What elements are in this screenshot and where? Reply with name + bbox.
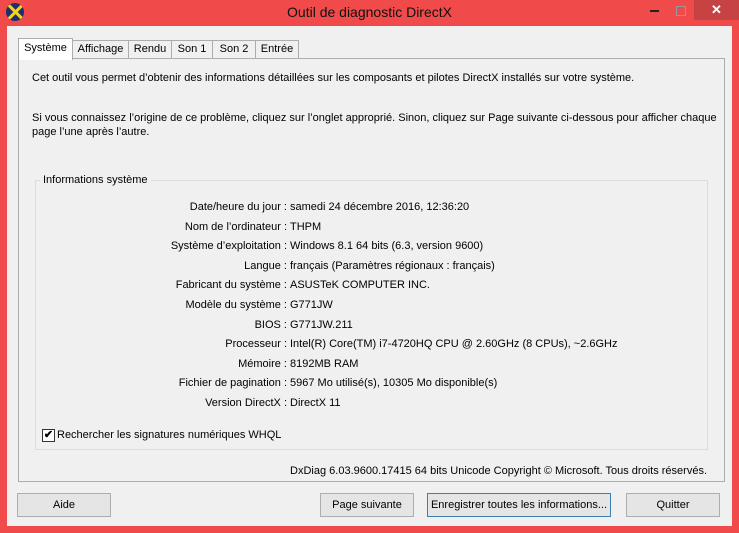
info-value: 8192MB RAM [290, 357, 359, 370]
maximize-button[interactable] [668, 0, 694, 20]
info-value: Windows 8.1 64 bits (6.3, version 9600) [290, 240, 484, 253]
intro-text-1: Cet outil vous permet d’obtenir des info… [32, 72, 635, 84]
info-row: Mémoire :8192MB RAM [36, 358, 707, 374]
info-label: Fabricant du système : [175, 279, 287, 292]
info-row: Nom de l’ordinateur : THPM [36, 221, 707, 237]
info-row: Fabricant du système : ASUSTeK COMPUTER I… [36, 279, 707, 295]
group-title: Informations système [40, 174, 151, 186]
tab-entree[interactable]: Entrée [255, 40, 299, 58]
info-value: DirectX 11 [290, 397, 341, 409]
info-row: BIOS : G771JW.211 [36, 319, 707, 335]
title-bar: Outil de diagnostic DirectX ✕ [0, 0, 739, 26]
system-info-group: Informations système Date/heure du jour … [35, 174, 708, 450]
info-label: BIOS : [254, 318, 287, 331]
info-value: samedi 24 décembre 2016, 12:36:20 [290, 201, 470, 213]
dialog-client-area: Système Affichage Rendu Son 1 Son 2 Entr… [7, 26, 732, 526]
quit-button[interactable]: Quitter [626, 493, 720, 517]
close-button[interactable]: ✕ [694, 0, 739, 20]
info-label: Système d’exploitation : [170, 240, 287, 253]
intro-text-2: Si vous connaissez l’origine de ce probl… [32, 112, 717, 138]
info-row: Version DirectX : DirectX 11 [36, 397, 707, 413]
info-row: Système d’exploitation : Windows 8.1 64 b… [36, 240, 707, 256]
info-label: Mémoire : [238, 357, 287, 370]
copyright-text: DxDiag 6.03.9600.17415 64 bits Unicode C… [290, 465, 707, 477]
tab-systeme[interactable]: Système [18, 38, 73, 60]
close-icon: ✕ [711, 2, 722, 17]
info-label: Date/heure du jour : [189, 201, 287, 213]
info-label: Processeur : [225, 338, 287, 351]
help-button[interactable]: Aide [17, 493, 111, 517]
next-page-button[interactable]: Page suivante [320, 493, 414, 517]
info-value: THPM [290, 220, 322, 233]
info-label: Fichier de pagination : [178, 377, 287, 390]
tab-son-2[interactable]: Son 2 [212, 40, 256, 58]
info-row: Processeur : Intel(R) Core(TM) i7-4720HQ … [36, 338, 707, 354]
window-title: Outil de diagnostic DirectX [287, 4, 452, 20]
tab-son-1[interactable]: Son 1 [171, 40, 213, 58]
checkbox-check-icon[interactable]: ✔ [42, 429, 55, 442]
info-value: 5967 Mo utilisé(s), 10305 Mo disponible(… [290, 377, 498, 390]
info-value: Intel(R) Core(TM) i7-4720HQ CPU @ 2.60GH… [290, 338, 618, 351]
tab-affichage[interactable]: Affichage [72, 40, 129, 58]
tab-rendu[interactable]: Rendu [128, 40, 172, 58]
info-label: Version DirectX : [205, 397, 287, 409]
info-label: Nom de l’ordinateur : [184, 220, 287, 233]
systeme-tab-panel: Cet outil vous permet d’obtenir des info… [18, 58, 725, 482]
info-label: Langue : [244, 259, 287, 272]
save-all-info-button[interactable]: Enregistrer toutes les informations... [427, 493, 611, 517]
info-label: Modèle du système : [185, 299, 288, 311]
info-row: Langue : français (Paramètres régionaux :… [36, 260, 707, 276]
info-row: Date/heure du jour : samedi 24 décembre 2… [36, 201, 707, 217]
minimize-button[interactable] [640, 0, 668, 20]
info-row: Modèle du système : G771JW [36, 299, 707, 315]
info-value: G771JW.211 [290, 318, 353, 331]
info-value: ASUSTeK COMPUTER INC. [290, 279, 430, 292]
minimize-icon [649, 9, 659, 12]
info-row: Fichier de pagination :5967 Mo utilisé(s… [36, 377, 707, 393]
maximize-icon [676, 5, 686, 16]
info-value: G771JW [290, 299, 333, 311]
whql-label: Rechercher les signatures numériques WHQ… [57, 429, 282, 441]
info-value: français (Paramètres régionaux : françai… [290, 259, 495, 272]
